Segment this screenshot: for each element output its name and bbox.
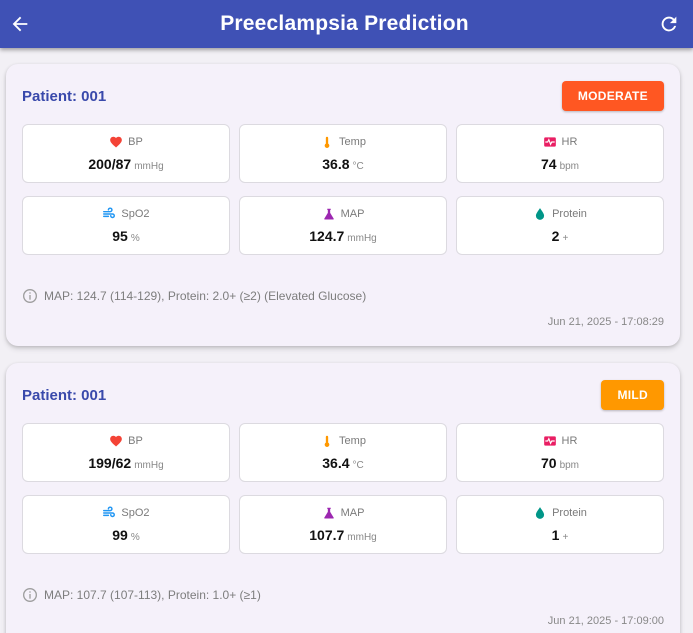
- vital-value: 124.7: [309, 228, 345, 244]
- patient-label: Patient: 001: [22, 386, 107, 404]
- vital-value: 2: [551, 228, 560, 244]
- air-icon: [102, 207, 116, 221]
- vital-label: BP: [128, 136, 143, 148]
- heart-icon: [109, 434, 123, 448]
- vital-unit: bpm: [559, 161, 580, 172]
- water-drop-icon: [533, 506, 547, 520]
- risk-badge[interactable]: MILD: [601, 380, 664, 410]
- vital-label: BP: [128, 435, 143, 447]
- vital-label: Protein: [552, 208, 587, 220]
- timestamp: Jun 21, 2025 - 17:09:00: [547, 615, 664, 627]
- timestamp: Jun 21, 2025 - 17:08:29: [547, 316, 664, 328]
- vital-unit: mmHg: [347, 532, 377, 543]
- heart-monitor-icon: [543, 434, 557, 448]
- vital-tile-spo2: SpO2 95%: [22, 196, 230, 255]
- vital-value: 36.8: [322, 156, 350, 172]
- vital-tile-temp: Temp 36.8 °C: [239, 124, 447, 183]
- air-icon: [102, 506, 116, 520]
- vital-label: SpO2: [121, 507, 150, 519]
- vital-unit: +: [562, 532, 569, 543]
- vital-value: 74: [540, 156, 557, 172]
- vital-label: MAP: [340, 208, 365, 220]
- prediction-note: MAP: 107.7 (107-113), Protein: 1.0+ (≥1): [22, 587, 261, 603]
- app-bar: Preeclampsia Prediction: [0, 0, 693, 48]
- prediction-card: Patient: 001 MILD BP 199/62 mmHg Temp 36.…: [6, 363, 680, 633]
- vital-unit: mmHg: [347, 233, 377, 244]
- patient-label: Patient: 001: [22, 87, 107, 105]
- vital-tile-hr: HR 74 bpm: [456, 124, 664, 183]
- prediction-card: Patient: 001 MODERATE BP 200/87 mmHg Temp…: [6, 64, 680, 346]
- card-header: Patient: 001 MILD: [22, 380, 664, 410]
- vital-label: Temp: [339, 435, 366, 447]
- water-drop-icon: [533, 207, 547, 221]
- vital-tile-bp: BP 199/62 mmHg: [22, 423, 230, 482]
- vital-tile-hr: HR 70 bpm: [456, 423, 664, 482]
- info-icon: [23, 289, 37, 303]
- vital-label: Temp: [339, 136, 366, 148]
- note-text: MAP: 124.7 (114-129), Protein: 2.0+ (≥2)…: [44, 289, 367, 303]
- heart-icon: [109, 135, 123, 149]
- prediction-list[interactable]: Patient: 001 MODERATE BP 200/87 mmHg Temp…: [0, 48, 693, 633]
- vital-value: 36.4: [322, 455, 350, 471]
- vital-tile-protein: Protein 2 +: [456, 196, 664, 255]
- vital-unit: mmHg: [134, 460, 164, 471]
- vital-tile-bp: BP 200/87 mmHg: [22, 124, 230, 183]
- prediction-note: MAP: 124.7 (114-129), Protein: 2.0+ (≥2)…: [22, 288, 366, 304]
- vital-unit: mmHg: [134, 161, 164, 172]
- vital-label: HR: [561, 435, 578, 447]
- vital-value: 1: [551, 527, 560, 543]
- thermometer-icon: [320, 434, 334, 448]
- flask-icon: [322, 506, 336, 520]
- vital-value: 200/87: [88, 156, 132, 172]
- thermometer-icon: [320, 135, 334, 149]
- vital-tile-spo2: SpO2 99%: [22, 495, 230, 554]
- vital-value: 99: [112, 527, 128, 543]
- card-header: Patient: 001 MODERATE: [22, 81, 664, 111]
- risk-badge[interactable]: MODERATE: [561, 81, 664, 111]
- vital-label: Protein: [552, 507, 587, 519]
- vital-tile-map: MAP 107.7 mmHg: [239, 495, 447, 554]
- vital-label: HR: [561, 136, 578, 148]
- vital-unit: °C: [352, 460, 364, 471]
- info-icon: [23, 588, 37, 602]
- vital-label: SpO2: [121, 208, 150, 220]
- vital-unit: +: [562, 233, 569, 244]
- vital-value: 199/62: [88, 455, 132, 471]
- note-text: MAP: 107.7 (107-113), Protein: 1.0+ (≥1): [44, 588, 261, 602]
- vital-unit: %: [130, 532, 140, 543]
- vital-unit: °C: [352, 161, 364, 172]
- refresh-button[interactable]: [651, 6, 687, 42]
- flask-icon: [322, 207, 336, 221]
- vital-tile-map: MAP 124.7 mmHg: [239, 196, 447, 255]
- vital-value: 107.7: [309, 527, 345, 543]
- vital-unit: %: [130, 233, 140, 244]
- back-button[interactable]: [2, 6, 38, 42]
- vital-tile-protein: Protein 1 +: [456, 495, 664, 554]
- vital-label: MAP: [340, 507, 365, 519]
- heart-monitor-icon: [543, 135, 557, 149]
- vital-tile-temp: Temp 36.4 °C: [239, 423, 447, 482]
- vital-value: 70: [540, 455, 557, 471]
- vital-unit: bpm: [559, 460, 580, 471]
- page-title: Preeclampsia Prediction: [220, 12, 469, 35]
- vital-value: 95: [112, 228, 128, 244]
- arrow-left-icon: [12, 16, 28, 32]
- refresh-icon: [661, 16, 677, 32]
